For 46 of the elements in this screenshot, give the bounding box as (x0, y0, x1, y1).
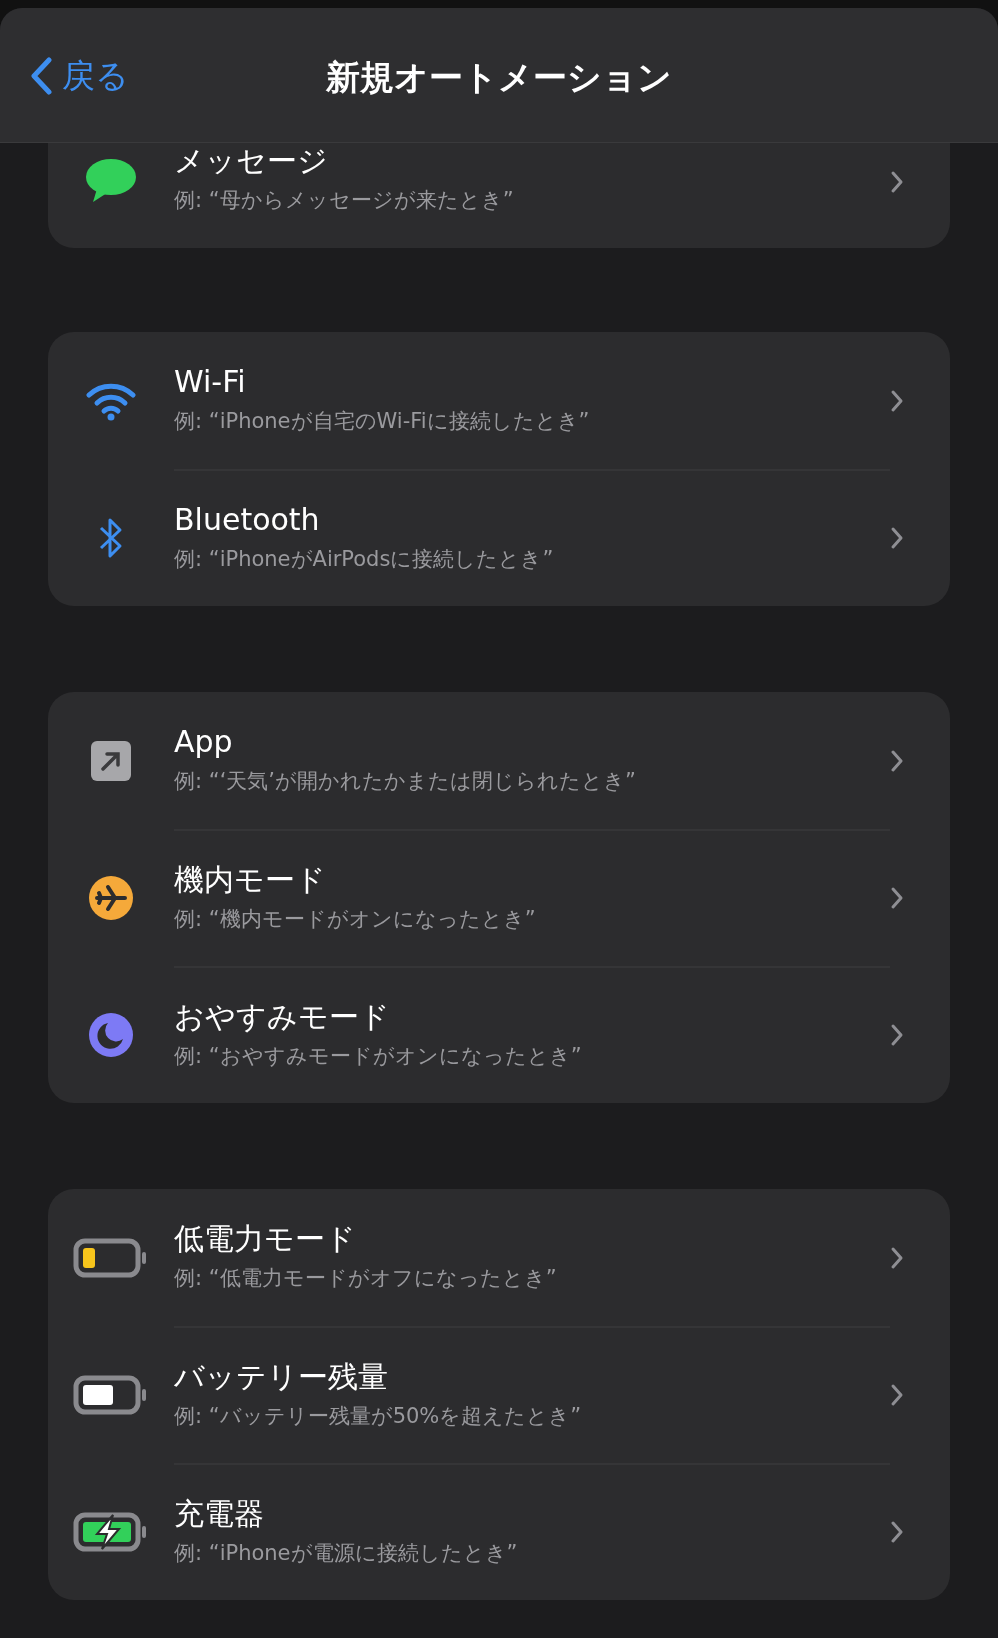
trigger-row[interactable]: Wi-Fi 例: “iPhoneが自宅のWi-Fiに接続したとき” (48, 332, 950, 469)
trigger-title: 機内モード (174, 861, 326, 898)
trigger-example: 例: “iPhoneが電源に接続したとき” (174, 1539, 518, 1567)
message-bubble-icon (85, 157, 137, 203)
trigger-title: 充電器 (174, 1495, 264, 1532)
chevron-icon (890, 885, 904, 910)
trigger-row[interactable]: 低電力モード 例: “低電力モードがオフになったとき” (48, 1189, 950, 1326)
trigger-title: Bluetooth (174, 501, 320, 538)
trigger-title: メッセージ (174, 143, 328, 179)
back-chevron-icon (30, 57, 52, 95)
chevron-icon (890, 1245, 904, 1270)
arrow-square-icon (90, 739, 132, 782)
chevron-icon (890, 1519, 904, 1544)
trigger-row[interactable]: おやすみモード 例: “おやすみモードがオンになったとき” (48, 966, 950, 1103)
trigger-row[interactable]: Bluetooth 例: “iPhoneがAirPodsに接続したとき” (48, 469, 950, 606)
trigger-title: App (174, 723, 233, 760)
trigger-title: バッテリー残量 (174, 1358, 388, 1395)
trigger-row[interactable]: 充電器 例: “iPhoneが電源に接続したとき” (48, 1463, 950, 1600)
trigger-example: 例: “iPhoneが自宅のWi-Fiに接続したとき” (174, 407, 590, 435)
trigger-example: 例: “低電力モードがオフになったとき” (174, 1264, 557, 1292)
trigger-example: 例: “母からメッセージが来たとき” (174, 187, 514, 214)
chevron-icon (890, 169, 904, 194)
trigger-example: 例: “機内モードがオンになったとき” (174, 905, 536, 933)
chevron-icon (890, 388, 904, 413)
trigger-example: 例: “iPhoneがAirPodsに接続したとき” (174, 545, 554, 573)
chevron-icon (890, 1022, 904, 1047)
moon-icon (88, 1011, 134, 1058)
trigger-row[interactable]: バッテリー残量 例: “バッテリー残量が50%を超えたとき” (48, 1326, 950, 1463)
battery-icon (73, 1373, 149, 1416)
page-title: 新規オートメーション (326, 57, 672, 97)
trigger-title: 低電力モード (174, 1220, 356, 1257)
chevron-icon (890, 525, 904, 550)
trigger-example: 例: “バッテリー残量が50%を超えたとき” (174, 1402, 582, 1430)
trigger-title: おやすみモード (174, 998, 390, 1035)
back-button[interactable]: 戻る (0, 51, 129, 101)
chevron-icon (890, 748, 904, 773)
trigger-row[interactable]: メッセージ 例: “母からメッセージが来たとき” (48, 143, 950, 248)
trigger-row[interactable]: 機内モード 例: “機内モードがオンになったとき” (48, 829, 950, 966)
trigger-title: Wi-Fi (174, 363, 246, 400)
charging-battery-icon (73, 1510, 149, 1553)
trigger-example: 例: “おやすみモードがオンになったとき” (174, 1042, 582, 1070)
trigger-row[interactable]: App 例: “‘天気’が開かれたかまたは閉じられたとき” (48, 692, 950, 829)
chevron-icon (890, 1382, 904, 1407)
trigger-example: 例: “‘天気’が開かれたかまたは閉じられたとき” (174, 767, 636, 795)
airplane-icon (88, 874, 134, 921)
battery-icon (73, 1236, 149, 1279)
